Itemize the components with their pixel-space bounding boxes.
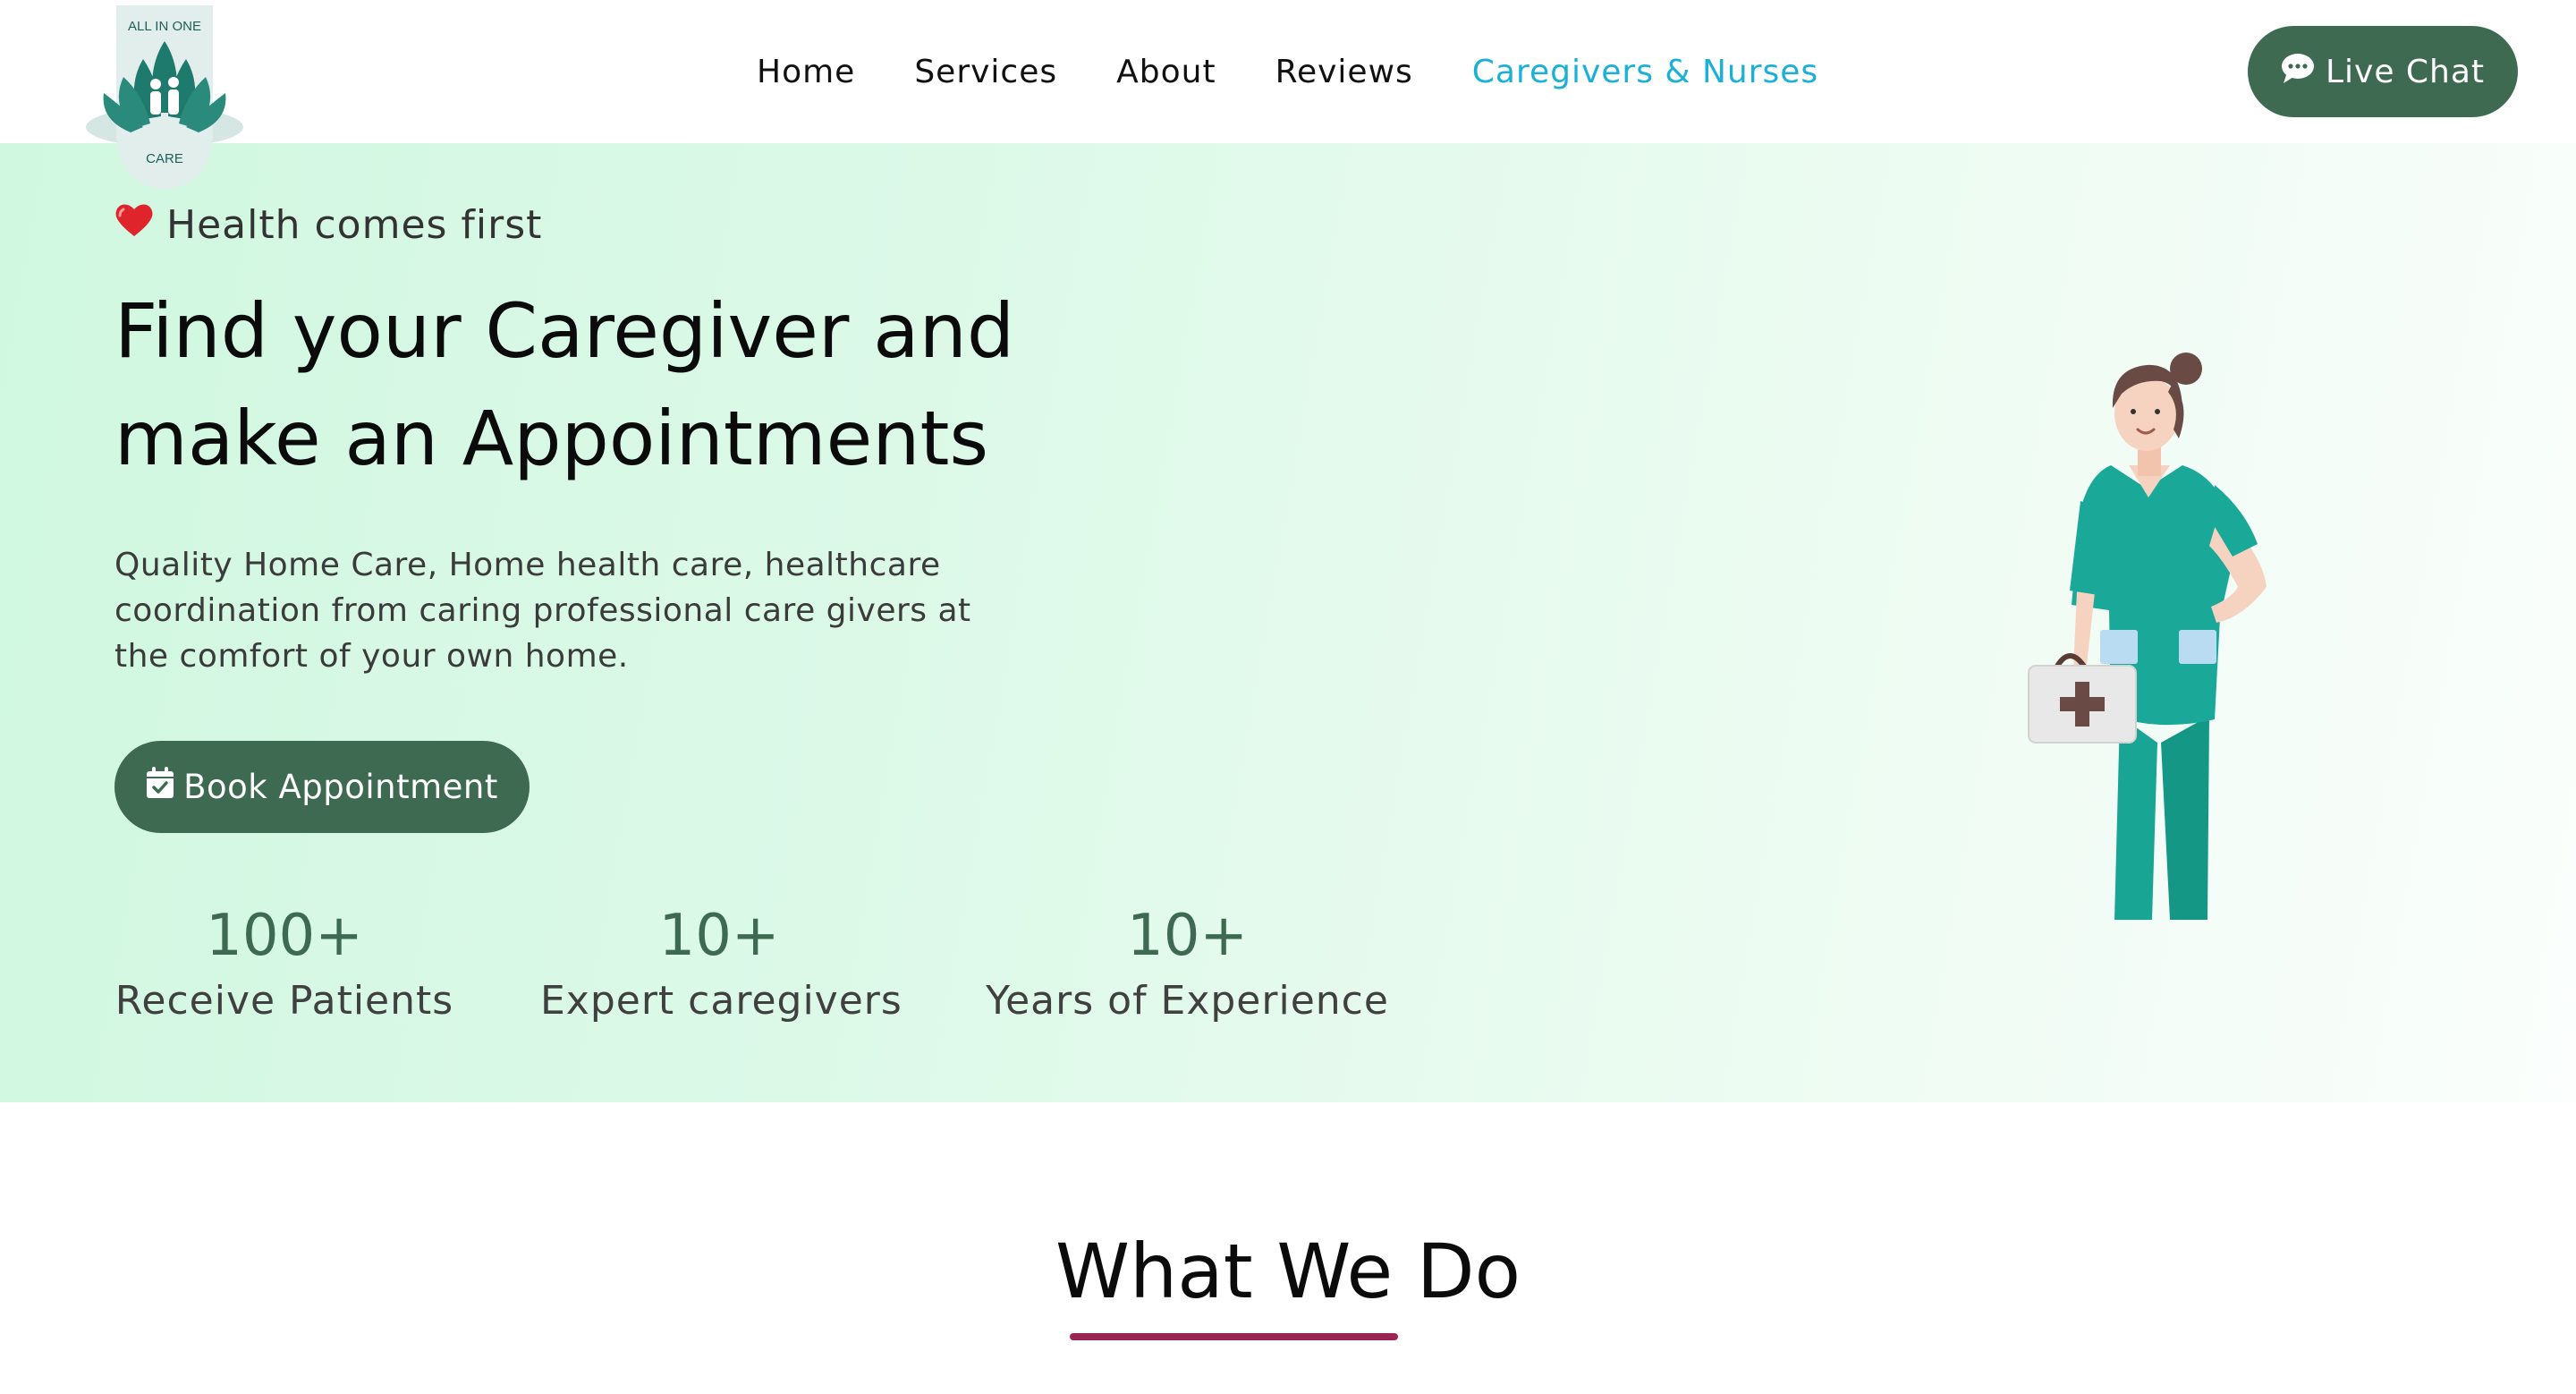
nav-item-reviews[interactable]: Reviews [1275,54,1413,90]
stat-patients: 100+ Receive Patients [114,900,454,1031]
stat-value: 100+ [206,903,363,969]
nurse-illustration [2004,322,2290,931]
tagline-text: Health comes first [166,202,543,248]
stat-label: Receive Patients [114,978,454,1024]
hero-tagline: Health comes first [114,202,542,248]
chat-bubble-icon [2281,52,2315,92]
stat-experience: 10+ Years of Experience [984,900,1391,1031]
nav-item-caregivers-nurses[interactable]: Caregivers & Nurses [1472,54,1818,90]
live-chat-button[interactable]: Live Chat [2248,26,2518,117]
stat-value: 10+ [1126,903,1249,969]
hero-section: Health comes first Find your Caregiver a… [0,143,2576,1102]
book-appointment-label: Book Appointment [183,768,498,806]
calendar-check-icon [146,767,174,807]
hero-title-line-1: Find your Caregiver and [114,287,1015,375]
site-logo[interactable]: ALL IN ONE CARE [84,5,245,191]
book-appointment-button[interactable]: Book Appointment [114,741,530,833]
stat-label: Expert caregivers [540,978,902,1024]
nav-item-services[interactable]: Services [914,54,1057,90]
logo-bottom-text: CARE [146,151,183,166]
what-we-do-title: What We Do [1055,1228,1521,1315]
stat-caregivers: 10+ Expert caregivers [540,900,902,1031]
nav-item-home[interactable]: Home [757,54,855,90]
heart-icon [114,202,154,248]
site-header: Home Services About Reviews Caregivers &… [0,0,2576,143]
live-chat-label: Live Chat [2325,53,2486,90]
stat-label: Years of Experience [986,978,1389,1024]
main-nav: Home Services About Reviews Caregivers &… [757,49,1818,94]
hero-description: Quality Home Care, Home health care, hea… [114,547,971,675]
hero-title-line-2: make an Appointments [114,395,989,482]
nav-item-about[interactable]: About [1116,54,1216,90]
logo-top-text: ALL IN ONE [128,19,201,34]
stat-value: 10+ [658,903,780,969]
hero-title: Find your Caregiver and make an Appointm… [114,277,1188,492]
section-title-underline [1070,1333,1398,1340]
